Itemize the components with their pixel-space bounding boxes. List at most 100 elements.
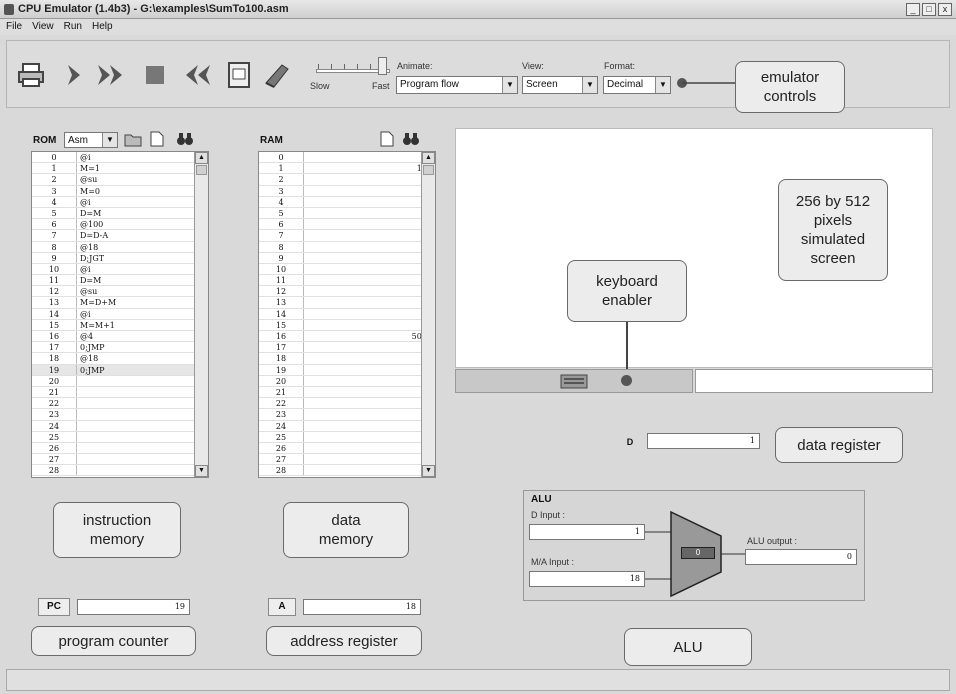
ram-row[interactable]: 180 (259, 353, 435, 365)
menu-run[interactable]: Run (64, 19, 82, 35)
folder-icon[interactable] (124, 132, 142, 150)
rom-row[interactable]: 22 (32, 398, 208, 410)
ram-scrollbar[interactable]: ▲ ▼ (421, 152, 435, 477)
minimize-button[interactable]: _ (906, 3, 920, 16)
ram-row[interactable]: 140 (259, 308, 435, 320)
rom-row[interactable]: 0 @i (32, 152, 208, 164)
rom-row[interactable]: 8 @18 (32, 241, 208, 253)
rom-row[interactable]: 28 (32, 465, 208, 477)
keyboard-input-field[interactable] (695, 369, 933, 393)
single-step-icon[interactable] (58, 60, 92, 90)
stop-icon[interactable] (138, 60, 172, 90)
ram-row[interactable]: 250 (259, 431, 435, 443)
rom-row[interactable]: 17 0;JMP (32, 342, 208, 354)
rom-row[interactable]: 25 (32, 431, 208, 443)
rom-row[interactable]: 26 (32, 442, 208, 455)
binoculars-icon[interactable] (176, 131, 194, 152)
rom-row[interactable]: 9 D;JGT (32, 252, 208, 264)
rom-row[interactable]: 14 @i (32, 308, 208, 320)
keyboard-icon[interactable] (560, 372, 588, 395)
rom-row[interactable]: 6 @100 (32, 219, 208, 231)
ram-row[interactable]: 20 (259, 174, 435, 186)
ram-row[interactable]: 220 (259, 398, 435, 410)
d-register-field[interactable]: 1 (647, 433, 760, 449)
ram-row[interactable]: 190 (259, 364, 435, 376)
rom-row[interactable]: 27 (32, 454, 208, 466)
format-select[interactable]: Decimal ▼ (603, 76, 671, 94)
ram-row[interactable]: 70 (259, 230, 435, 242)
chevron-down-icon[interactable]: ▼ (502, 77, 517, 93)
rom-row[interactable]: 7 D=D-A (32, 230, 208, 242)
new-file-icon[interactable] (380, 131, 394, 152)
scroll-up-icon[interactable]: ▲ (422, 152, 435, 164)
scroll-thumb[interactable] (196, 165, 207, 175)
ram-row[interactable]: 280 (259, 465, 435, 477)
ram-row[interactable]: 230 (259, 409, 435, 421)
rom-row[interactable]: 1 M=1 (32, 163, 208, 175)
rom-row[interactable]: 3 M=0 (32, 185, 208, 197)
rom-row[interactable]: 2 @su (32, 174, 208, 186)
ram-row[interactable]: 40 (259, 196, 435, 208)
ram-row[interactable]: 30 (259, 185, 435, 197)
rom-row[interactable]: 18 @18 (32, 353, 208, 365)
ram-row[interactable]: 270 (259, 454, 435, 466)
chevron-down-icon[interactable]: ▼ (102, 133, 117, 147)
ram-row[interactable]: 90 (259, 252, 435, 264)
rom-row[interactable]: 21 (32, 386, 208, 399)
breakpoint-icon[interactable] (260, 60, 294, 90)
ram-row[interactable]: 130 (259, 297, 435, 309)
ram-row[interactable]: 80 (259, 241, 435, 253)
ram-row[interactable]: 170 (259, 342, 435, 354)
chevron-down-icon[interactable]: ▼ (655, 77, 670, 93)
printer-icon[interactable] (14, 60, 48, 90)
rom-row[interactable]: 23 (32, 409, 208, 421)
rom-scrollbar[interactable]: ▲ ▼ (194, 152, 208, 477)
fast-forward-icon[interactable] (96, 60, 130, 90)
scroll-down-icon[interactable]: ▼ (422, 465, 435, 477)
rom-row[interactable]: 10 @i (32, 263, 208, 276)
ram-row[interactable]: 50 (259, 207, 435, 220)
rom-row[interactable]: 12 @su (32, 286, 208, 298)
close-button[interactable]: x (938, 3, 952, 16)
ram-row[interactable]: 110 (259, 275, 435, 287)
rom-row[interactable]: 19 0;JMP (32, 364, 208, 376)
ram-row[interactable]: 150 (259, 319, 435, 331)
menu-view[interactable]: View (32, 19, 54, 35)
animate-select[interactable]: Program flow ▼ (396, 76, 518, 94)
ram-row[interactable]: 200 (259, 375, 435, 387)
a-register-field[interactable]: 18 (303, 599, 421, 615)
ram-row[interactable]: 1101 (259, 163, 435, 175)
new-file-icon[interactable] (150, 131, 164, 152)
ram-row[interactable]: 120 (259, 286, 435, 298)
scroll-down-icon[interactable]: ▼ (195, 465, 208, 477)
rom-mode-select[interactable]: Asm ▼ (64, 132, 118, 148)
rom-row[interactable]: 5 D=M (32, 207, 208, 220)
ram-row[interactable]: 240 (259, 420, 435, 432)
rom-row[interactable]: 11 D=M (32, 275, 208, 287)
ram-row[interactable]: 260 (259, 442, 435, 455)
view-select[interactable]: Screen ▼ (522, 76, 598, 94)
scroll-thumb[interactable] (423, 165, 434, 175)
rom-row[interactable]: 13 M=D+M (32, 297, 208, 309)
rom-row[interactable]: 20 (32, 375, 208, 387)
rom-row[interactable]: 16 @4 (32, 331, 208, 343)
ram-row[interactable]: 210 (259, 386, 435, 399)
menu-help[interactable]: Help (92, 19, 113, 35)
scroll-up-icon[interactable]: ▲ (195, 152, 208, 164)
pc-field[interactable]: 19 (77, 599, 190, 615)
rom-row[interactable]: 15 M=M+1 (32, 319, 208, 331)
rom-table[interactable]: 0 @i 1 M=1 2 @su 3 M=0 4 @i 5 D=M 6 @100 7 D=D-A 8 @18 9 D;… (31, 151, 209, 478)
ram-table[interactable]: 0011012030405060708090100110120130140150… (258, 151, 436, 478)
ram-row[interactable]: 00 (259, 152, 435, 164)
ram-row[interactable]: 60 (259, 219, 435, 231)
maximize-button[interactable]: □ (922, 3, 936, 16)
script-icon[interactable] (222, 60, 256, 90)
speed-slider-thumb[interactable] (378, 57, 387, 75)
chevron-down-icon[interactable]: ▼ (582, 77, 597, 93)
rom-row[interactable]: 24 (32, 420, 208, 432)
rewind-icon[interactable] (178, 60, 212, 90)
menu-file[interactable]: File (6, 19, 22, 35)
ram-row[interactable]: 165050 (259, 331, 435, 343)
ram-row[interactable]: 100 (259, 263, 435, 276)
rom-row[interactable]: 4 @i (32, 196, 208, 208)
